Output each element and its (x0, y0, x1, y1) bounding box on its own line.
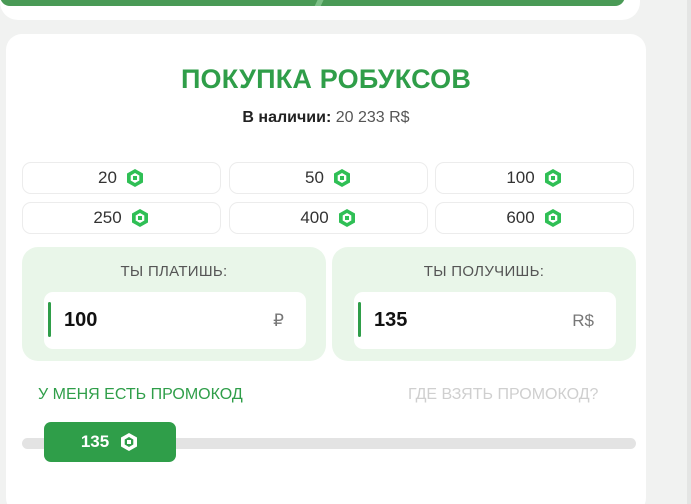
robux-icon (131, 209, 148, 227)
robux-icon (121, 433, 138, 451)
preset-amount: 250 (93, 208, 122, 227)
preset-button-50[interactable]: 50 (229, 162, 428, 194)
input-accent-bar (48, 302, 51, 337)
preset-button-20[interactable]: 20 (22, 162, 221, 194)
where-promo-code-link[interactable]: ГДЕ ВЗЯТЬ ПРОМОКОД? (408, 386, 598, 404)
preset-button-400[interactable]: 400 (229, 202, 428, 234)
pay-label: ТЫ ПЛАТИШЬ: (120, 263, 228, 280)
receive-panel: ТЫ ПОЛУЧИШЬ: R$ (332, 247, 636, 361)
stock-value: 20 233 R$ (335, 109, 410, 126)
slider-value: 135 (80, 432, 110, 451)
pay-panel: ТЫ ПЛАТИШЬ: ₽ (22, 247, 326, 361)
scroll-edge (687, 0, 691, 504)
robux-icon (338, 209, 355, 227)
robux-icon (333, 169, 350, 187)
robux-icon (544, 209, 561, 227)
input-accent-bar (358, 302, 361, 337)
preset-amount: 400 (300, 208, 329, 227)
preset-amount: 600 (506, 208, 535, 227)
pay-amount-input[interactable] (64, 304, 244, 336)
receive-amount-input[interactable] (374, 304, 554, 336)
preset-button-600[interactable]: 600 (435, 202, 634, 234)
robux-currency: R$ (572, 311, 594, 330)
receive-field: R$ (354, 292, 616, 349)
robux-icon (544, 169, 561, 187)
preset-amount: 100 (506, 168, 535, 187)
preset-button-250[interactable]: 250 (22, 202, 221, 234)
robux-icon (126, 169, 143, 187)
ruble-currency: ₽ (273, 311, 284, 330)
pay-field: ₽ (44, 292, 306, 349)
page-title: ПОКУПКА РОБУКСОВ (180, 64, 472, 94)
purchase-card: ПОКУПКА РОБУКСОВ В наличии: 20 233 R$ 20… (6, 34, 646, 504)
stock-line: В наличии: 20 233 R$ (6, 109, 646, 127)
amount-slider-thumb[interactable]: 135 (44, 422, 176, 462)
preset-button-100[interactable]: 100 (435, 162, 634, 194)
receive-label: ТЫ ПОЛУЧИШЬ: (423, 263, 545, 280)
have-promo-code-link[interactable]: У МЕНЯ ЕСТЬ ПРОМОКОД (38, 386, 243, 404)
stock-label: В наличии: (242, 109, 332, 126)
preset-amount: 20 (98, 168, 117, 187)
preset-amount: 50 (305, 168, 324, 187)
top-progress-bar (0, 0, 625, 6)
